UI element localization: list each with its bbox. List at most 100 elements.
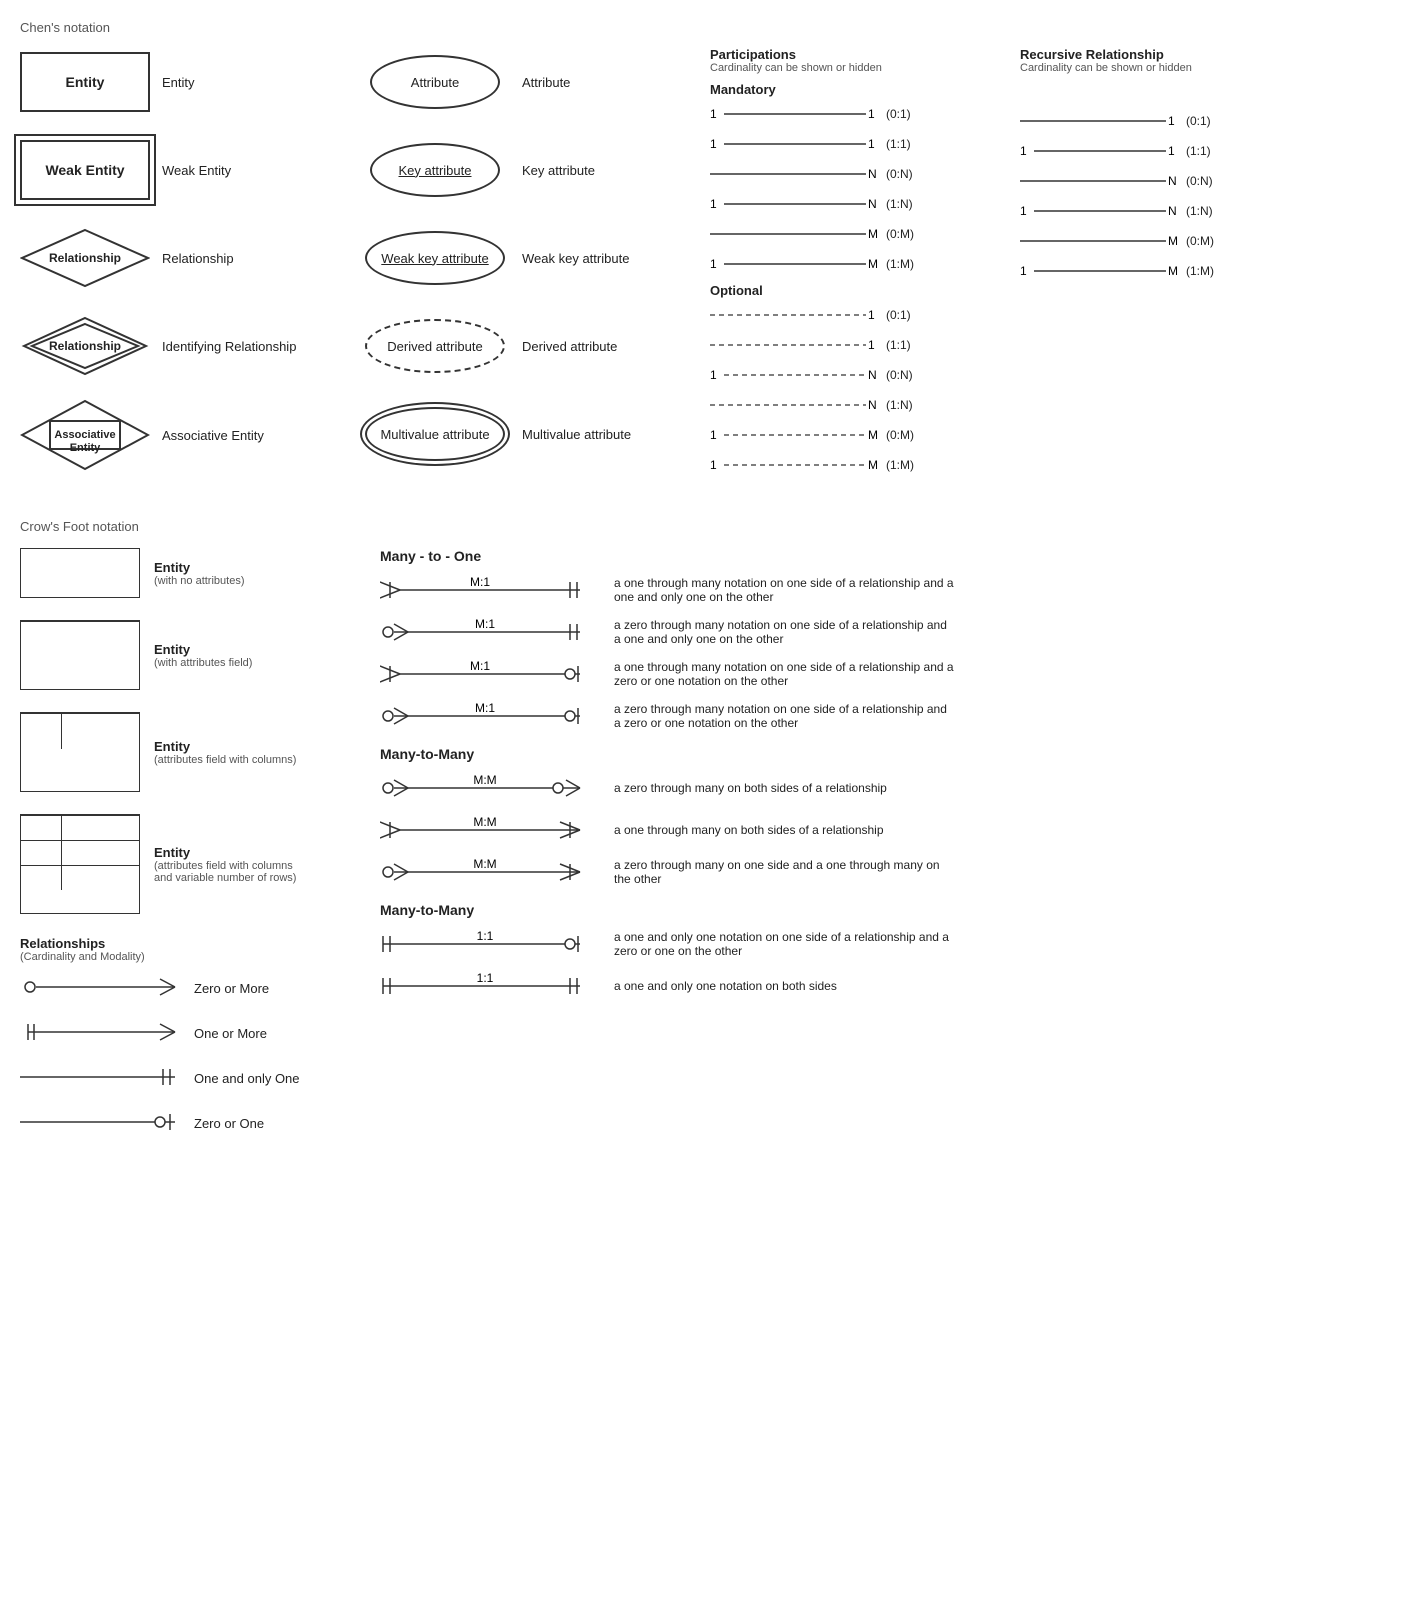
svg-text:1: 1 [1168,144,1175,158]
attribute-shape: Attribute [360,52,510,112]
weak-entity-row: Weak Entity Weak Entity [20,135,360,205]
identifying-relationship-row: Relationship Identifying Relationship [20,311,360,381]
crows-entity-variable-shape [20,814,140,914]
rel-one-more-row: One or More [20,1018,360,1049]
rel-zero-more-label: Zero or More [194,981,269,996]
svg-text:1: 1 [710,107,717,121]
multivalue-attribute-label: Multivalue attribute [522,427,631,442]
svg-text:1: 1 [1020,204,1027,218]
recursive-header: Recursive Relationship [1020,47,1260,62]
m1-label-2: a one through many notation on one side … [614,660,954,688]
crows-entity-variable-label: Entity (attributes field with columns an… [154,845,304,884]
weak-key-attribute-row: Weak key attribute Weak key attribute [360,223,690,293]
rel-zero-more-row: Zero or More [20,973,360,1004]
relationship-row: Relationship Relationship [20,223,360,293]
rel-subheader: (Cardinality and Modality) [20,951,360,963]
svg-text:1: 1 [710,368,717,382]
crows-entity-cols-row: Entity (attributes field with columns) [20,712,360,792]
m1-row-0: M:1 a one through many notation on one s… [380,576,1384,604]
mm-label-1: a one through many on both sides of a re… [614,823,884,837]
m1-label-1: a zero through many notation on one side… [614,618,954,646]
svg-text:1: 1 [868,107,875,121]
svg-text:1: 1 [868,338,875,352]
crows-entity-variable-row: Entity (attributes field with columns an… [20,814,360,914]
svg-text:M:M: M:M [473,774,496,787]
part-mandatory-row-1: 1 1 (1:1) [710,133,990,155]
weak-entity-label: Weak Entity [162,163,231,178]
m1-row-3: M:1 a zero through many notation on one … [380,702,1384,730]
svg-text:M: M [1168,264,1178,278]
rel-one-one-row: One and only One [20,1063,360,1094]
optional-label: Optional [710,283,990,298]
rec-row-5: 1 M (1:M) [1020,260,1260,282]
part-optional-row-0: 1 (0:1) [710,304,990,326]
weak-entity-shape: Weak Entity [20,140,150,200]
crows-relationships: Many - to - One M:1 [380,548,1384,1153]
recursive-section: Recursive Relationship Cardinality can b… [1020,47,1260,489]
key-attribute-label: Key attribute [522,163,595,178]
part-mandatory-row-5: 1 M (1:M) [710,253,990,275]
svg-text:M: M [868,257,878,271]
derived-attribute-shape: Derived attribute [360,316,510,376]
attribute-row: Attribute Attribute [360,47,690,117]
rel-zero-more-shape [20,973,180,1004]
rec-row-0: 1 (0:1) [1020,110,1260,132]
crows-entities: Entity (with no attributes) Entity (with… [20,548,360,1153]
svg-text:Relationship: Relationship [49,251,121,265]
svg-text:1: 1 [710,458,717,472]
svg-text:1: 1 [1168,114,1175,128]
svg-text:M:1: M:1 [475,618,495,631]
svg-text:1: 1 [868,308,875,322]
identifying-relationship-label: Identifying Relationship [162,339,296,354]
derived-attribute-label: Derived attribute [522,339,617,354]
relationship-shape: Relationship [20,228,150,288]
one-to-one-section: Many-to-Many 1:1 a one and only one nota… [380,902,1384,1000]
mm-row-1: M:M a one through many on both sides of … [380,816,1384,844]
svg-text:1: 1 [1020,144,1027,158]
rel-zero-one-row: Zero or One [20,1108,360,1139]
svg-text:M:1: M:1 [470,576,490,589]
svg-text:1: 1 [710,428,717,442]
mm-row-0: M:M a zero through many on both sides of… [380,774,1384,802]
svg-text:Associative: Associative [54,429,115,441]
rec-row-4: M (0:M) [1020,230,1260,252]
mm-label-0: a zero through many on both sides of a r… [614,781,887,795]
crows-entity-simple-label: Entity (with no attributes) [154,560,244,587]
m1-row-1: M:1 a zero through many notation on one … [380,618,1384,646]
chens-header: Chen's notation [20,20,1384,35]
part-optional-row-5: 1 M (1:M) [710,454,990,476]
crows-section: Crow's Foot notation Entity (with no att… [20,519,1384,1153]
one-to-one-header: Many-to-Many [380,902,1384,918]
11-row-1: 1:1 a one and only one notation on both … [380,972,1384,1000]
recursive-sub: Cardinality can be shown or hidden [1020,62,1260,74]
rel-one-one-shape [20,1063,180,1094]
rec-row-1: 1 1 (1:1) [1020,140,1260,162]
svg-text:M: M [868,428,878,442]
part-optional-row-3: N (1:N) [710,394,990,416]
mm-row-2: M:M a zero through many on one side and … [380,858,1384,886]
part-mandatory-row-3: 1 N (1:N) [710,193,990,215]
key-attribute-row: Key attribute Key attribute [360,135,690,205]
mandatory-label: Mandatory [710,82,990,97]
rel-zero-one-shape [20,1108,180,1139]
rel-one-more-label: One or More [194,1026,267,1041]
11-label-0: a one and only one notation on one side … [614,930,954,958]
svg-text:M: M [868,458,878,472]
svg-text:N: N [868,167,877,181]
11-label-1: a one and only one notation on both side… [614,979,837,993]
svg-text:Entity: Entity [70,442,101,454]
crows-entity-attrs-row: Entity (with attributes field) [20,620,360,690]
crows-entity-attrs-shape [20,620,140,690]
crows-entity-simple-row: Entity (with no attributes) [20,548,360,598]
part-mandatory-row-0: 1 1 (0:1) [710,103,990,125]
rel-section: Relationships (Cardinality and Modality) [20,936,360,1139]
weak-key-attribute-shape: Weak key attribute [360,228,510,288]
m1-row-2: M:1 a one through many notation on one s… [380,660,1384,688]
part-optional-row-2: 1 N (0:N) [710,364,990,386]
associative-entity-shape: Associative Entity [20,399,150,471]
svg-text:N: N [868,398,877,412]
crows-entity-simple-shape [20,548,140,598]
svg-text:M: M [868,227,878,241]
many-to-one-header: Many - to - One [380,548,1384,564]
part-mandatory-row-2: N (0:N) [710,163,990,185]
